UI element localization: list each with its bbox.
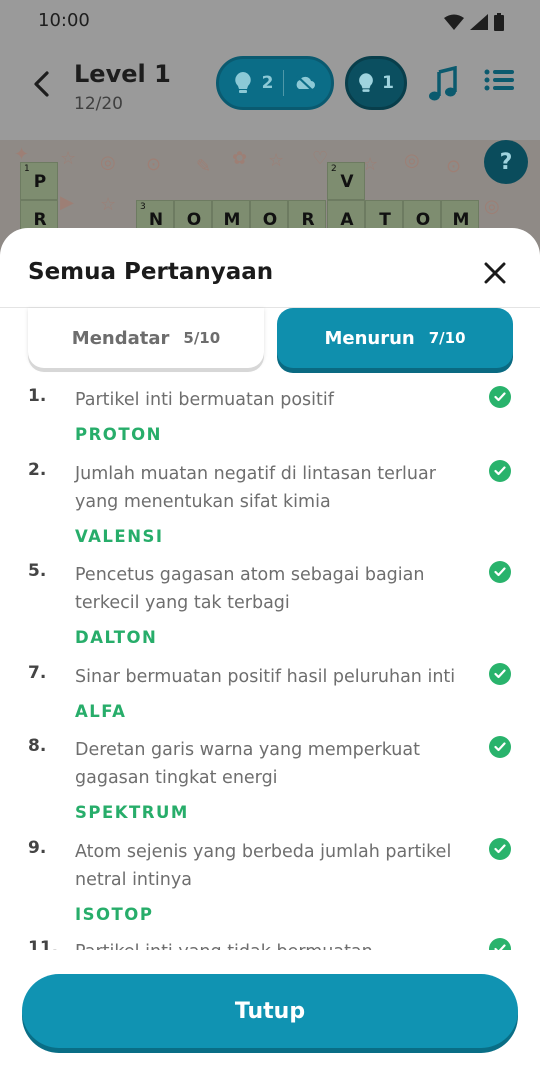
status-time: 10:00 <box>38 10 90 31</box>
back-arrow-icon <box>34 71 49 97</box>
question-number: 2. <box>28 460 47 480</box>
close-icon <box>484 262 506 284</box>
signal-icon <box>470 14 488 30</box>
check-circle-icon <box>489 938 511 950</box>
question-number: 7. <box>28 663 47 683</box>
crossword-cell[interactable]: 2 V <box>327 162 365 200</box>
hint-divider <box>283 70 285 96</box>
close-button[interactable]: Tutup <box>22 974 518 1048</box>
direction-tabs: Mendatar 5/10 Menurun 7/10 <box>28 308 513 372</box>
question-answer: SPEKTRUM <box>75 803 189 822</box>
doodle-icon: ◎ <box>404 150 420 171</box>
all-questions-sheet: Semua Pertanyaan Mendatar 5/10 Menurun 7… <box>0 228 540 1074</box>
question-text: Partikel inti yang tidak bermuatan <box>75 938 475 950</box>
doodle-icon: ⊙ <box>446 156 462 177</box>
hint-single-count: 1 <box>382 73 394 93</box>
no-ads-icon <box>296 75 316 92</box>
question-answer: ALFA <box>75 702 127 721</box>
question-answer: VALENSI <box>75 527 164 546</box>
doodle-icon: ♡ <box>312 148 329 169</box>
game-header: Level 1 12/20 2 1 <box>0 44 540 140</box>
sheet-title: Semua Pertanyaan <box>28 259 274 285</box>
doodle-icon: ▶ <box>60 192 74 213</box>
doodle-icon: ✎ <box>196 156 212 177</box>
question-number: 11. <box>28 938 59 950</box>
doodle-icon: ☆ <box>268 150 285 171</box>
cell-letter: P <box>33 172 47 192</box>
crossword-cell[interactable]: 1 P <box>20 162 58 200</box>
doodle-icon: ◎ <box>100 152 116 173</box>
doodle-icon: ⊙ <box>146 154 162 175</box>
back-button[interactable] <box>26 66 56 102</box>
tab-count: 5/10 <box>183 329 221 347</box>
help-button[interactable]: ? <box>484 140 528 184</box>
doodle-icon: ☆ <box>100 194 117 215</box>
tab-count: 7/10 <box>428 329 466 347</box>
close-icon-button[interactable] <box>478 256 512 290</box>
question-number: 1. <box>28 386 47 406</box>
question-answer: PROTON <box>75 425 162 444</box>
list-menu-icon <box>484 69 514 91</box>
check-circle-icon <box>489 386 511 408</box>
question-number: 8. <box>28 736 47 756</box>
question-text: Sinar bermuatan positif hasil peluruhan … <box>75 667 456 687</box>
level-progress: 12/20 <box>74 94 123 114</box>
check-circle-icon <box>489 736 511 758</box>
question-number: 5. <box>28 561 47 581</box>
doodle-icon: ✿ <box>232 148 248 169</box>
hint-button[interactable]: 2 <box>216 56 334 110</box>
tab-label: Mendatar <box>71 327 170 349</box>
status-bar: 10:00 <box>0 0 540 44</box>
question-text: Pencetus gagasan atom sebagai bagian ter… <box>75 565 425 613</box>
question-list[interactable]: 1. Partikel inti bermuatan positif PROTO… <box>0 378 540 950</box>
list-menu-button[interactable] <box>484 68 518 100</box>
check-circle-icon <box>489 460 511 482</box>
lightbulb-icon <box>359 73 373 92</box>
hint-single-button[interactable]: 1 <box>345 56 407 110</box>
question-text: Partikel inti bermuatan positif <box>75 390 334 410</box>
question-text: Deretan garis warna yang memperkuat gaga… <box>75 740 420 788</box>
status-icons <box>444 13 504 31</box>
lightbulb-icon <box>234 72 251 93</box>
question-answer: ISOTOP <box>75 905 154 924</box>
question-text: Jumlah muatan negatif di lintasan terlua… <box>75 464 436 512</box>
cell-letter: V <box>340 172 354 192</box>
hint-count: 2 <box>261 73 274 93</box>
tab-across[interactable]: Mendatar 5/10 <box>28 308 264 368</box>
doodle-icon: ◎ <box>484 196 500 217</box>
question-text: Atom sejenis yang berbeda jumlah partike… <box>75 842 452 890</box>
check-circle-icon <box>489 663 511 685</box>
question-number: 9. <box>28 838 47 858</box>
battery-icon <box>494 13 504 31</box>
check-circle-icon <box>489 561 511 583</box>
question-answer: DALTON <box>75 628 158 647</box>
tab-label: Menurun <box>324 327 415 349</box>
check-circle-icon <box>489 838 511 860</box>
tab-down[interactable]: Menurun 7/10 <box>277 308 513 368</box>
wifi-icon <box>444 14 464 30</box>
music-note-icon <box>429 65 457 101</box>
level-title: Level 1 <box>74 60 171 88</box>
doodle-icon: ☆ <box>60 148 77 169</box>
music-button[interactable] <box>427 65 459 102</box>
